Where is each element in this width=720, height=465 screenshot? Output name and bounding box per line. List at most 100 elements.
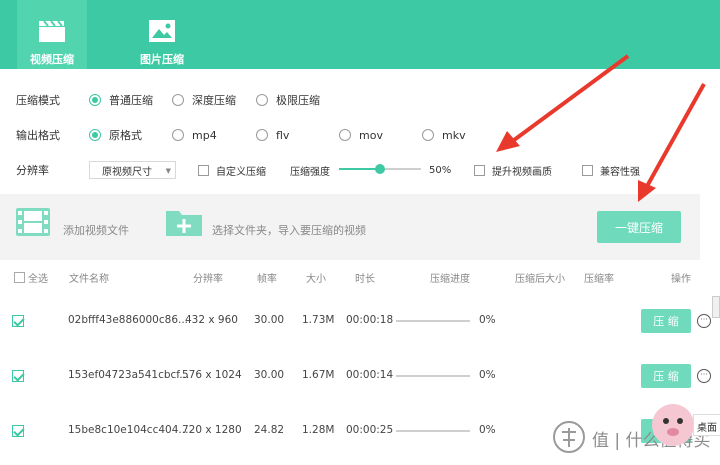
folder-add-icon[interactable] — [165, 207, 203, 237]
col-action: 操作 — [671, 274, 691, 285]
chevron-down-icon: ▼ — [165, 167, 171, 175]
custom-compress-checkbox[interactable]: 自定义压缩 — [198, 163, 266, 178]
radio-original-format[interactable]: 原格式 — [89, 127, 142, 143]
radio-label: 深度压缩 — [192, 94, 236, 107]
row-duration: 00:00:25 — [346, 424, 394, 436]
radio-mov[interactable]: mov — [339, 129, 383, 142]
logo-icon — [553, 421, 585, 453]
radio-dot — [172, 94, 184, 106]
checkbox-box — [474, 164, 485, 176]
app-window: 视频压缩 图片压缩 压缩模式 普通压缩 深度压缩 极限压缩 输出格式 原格式 m… — [0, 0, 720, 465]
checkbox-box — [582, 164, 593, 176]
row-fps: 30.00 — [254, 369, 285, 381]
radio-dot — [89, 94, 101, 106]
row-filename: 153ef04723a541cbcf... — [68, 369, 190, 381]
compress-button[interactable]: 压 缩 — [641, 309, 691, 333]
radio-dot — [256, 94, 268, 106]
row-fps: 30.00 — [254, 314, 285, 326]
row-size: 1.67M — [302, 369, 335, 381]
row-checkbox[interactable] — [12, 315, 24, 327]
film-icon[interactable] — [15, 207, 51, 237]
col-resolution: 分辨率 — [193, 274, 223, 285]
radio-label: 普通压缩 — [109, 94, 153, 107]
radio-label: mov — [359, 128, 383, 142]
row-size: 1.73M — [302, 314, 335, 326]
tab-label: 图片压缩 — [140, 53, 184, 66]
compress-button[interactable]: 压 缩 — [641, 364, 691, 388]
radio-label: flv — [276, 128, 290, 142]
strength-label: 压缩强度 — [290, 166, 330, 178]
radio-dot — [422, 129, 434, 141]
radio-label: 极限压缩 — [276, 94, 320, 107]
output-format-label: 输出格式 — [16, 129, 60, 142]
one-key-compress-button[interactable]: 一键压缩 — [597, 211, 681, 243]
image-icon — [149, 20, 175, 42]
row-progress: 0% — [479, 369, 496, 381]
choose-folder-link[interactable]: 选择文件夹，导入要压缩的视频 — [212, 222, 366, 238]
row-progress: 0% — [479, 424, 496, 436]
radio-mp4[interactable]: mp4 — [172, 129, 217, 142]
more-options-icon[interactable]: ··· — [697, 314, 711, 328]
radio-dot — [339, 129, 351, 141]
radio-mkv[interactable]: mkv — [422, 129, 466, 142]
row-progress-bar — [396, 375, 470, 377]
row-checkbox[interactable] — [12, 370, 24, 382]
checkbox-label: 提升视频画质 — [492, 166, 552, 178]
col-filename: 文件名称 — [69, 274, 109, 285]
col-after-size: 压缩后大小 — [515, 274, 565, 285]
col-fps: 帧率 — [257, 274, 277, 285]
row-duration: 00:00:14 — [346, 369, 394, 381]
compress-mode-row: 压缩模式 普通压缩 深度压缩 极限压缩 — [0, 90, 720, 110]
radio-dot — [172, 129, 184, 141]
row-resolution: 576 x 1024 — [182, 369, 242, 381]
slider-handle[interactable] — [375, 164, 385, 174]
row-size: 1.28M — [302, 424, 335, 436]
radio-normal[interactable]: 普通压缩 — [89, 92, 153, 108]
clapperboard-icon — [39, 20, 65, 42]
table-header: 全选 文件名称 分辨率 帧率 大小 时长 压缩进度 压缩后大小 压缩率 操作 — [0, 268, 700, 286]
select-value: 原视频尺寸 — [102, 166, 152, 178]
tab-image-compress[interactable]: 图片压缩 — [127, 0, 197, 69]
col-size: 大小 — [306, 274, 326, 285]
more-options-icon[interactable]: ··· — [697, 369, 711, 383]
col-duration: 时长 — [355, 274, 375, 285]
col-progress: 压缩进度 — [430, 274, 470, 285]
desktop-popup[interactable]: 桌面 — [693, 414, 720, 436]
col-ratio: 压缩率 — [584, 274, 614, 285]
enhance-quality-checkbox[interactable]: 提升视频画质 — [474, 163, 552, 178]
strength-slider[interactable] — [339, 164, 421, 174]
add-video-link[interactable]: 添加视频文件 — [63, 222, 129, 238]
row-progress: 0% — [479, 314, 496, 326]
radio-label: mp4 — [192, 128, 217, 142]
row-progress-bar — [396, 320, 470, 322]
avatar-image — [652, 404, 694, 446]
resolution-row: 分辨率 原视频尺寸 ▼ 自定义压缩 压缩强度 50% 提升视频画质 兼容性强 — [0, 160, 720, 180]
radio-label: 原格式 — [109, 129, 142, 142]
select-all-checkbox[interactable] — [14, 272, 25, 283]
tab-video-compress[interactable]: 视频压缩 — [17, 0, 87, 69]
avatar[interactable] — [652, 404, 694, 446]
row-duration: 00:00:18 — [346, 314, 394, 326]
row-checkbox[interactable] — [12, 425, 24, 437]
radio-dot — [89, 129, 101, 141]
output-format-row: 输出格式 原格式 mp4 flv mov mkv — [0, 125, 720, 145]
col-select-all[interactable]: 全选 — [28, 270, 48, 285]
table-row[interactable]: 02bfff43e886000c86... 432 x 960 30.00 1.… — [0, 306, 720, 336]
table-row[interactable]: 153ef04723a541cbcf... 576 x 1024 30.00 1… — [0, 361, 720, 391]
compatibility-checkbox[interactable]: 兼容性强 — [582, 163, 640, 178]
radio-flv[interactable]: flv — [256, 129, 289, 142]
row-filename: 15be8c10e104cc404... — [68, 424, 189, 436]
compress-mode-label: 压缩模式 — [16, 94, 60, 107]
row-resolution: 720 x 1280 — [182, 424, 242, 436]
radio-extreme[interactable]: 极限压缩 — [256, 92, 320, 108]
add-files-bar: 添加视频文件 选择文件夹，导入要压缩的视频 一键压缩 — [0, 194, 700, 260]
tab-label: 视频压缩 — [30, 53, 74, 66]
resolution-label: 分辨率 — [16, 164, 49, 177]
radio-deep[interactable]: 深度压缩 — [172, 92, 236, 108]
row-filename: 02bfff43e886000c86... — [68, 314, 189, 326]
resolution-select[interactable]: 原视频尺寸 ▼ — [89, 161, 176, 179]
row-progress-bar — [396, 430, 470, 432]
slider-fill — [339, 168, 380, 170]
radio-label: mkv — [442, 128, 466, 142]
radio-dot — [256, 129, 268, 141]
